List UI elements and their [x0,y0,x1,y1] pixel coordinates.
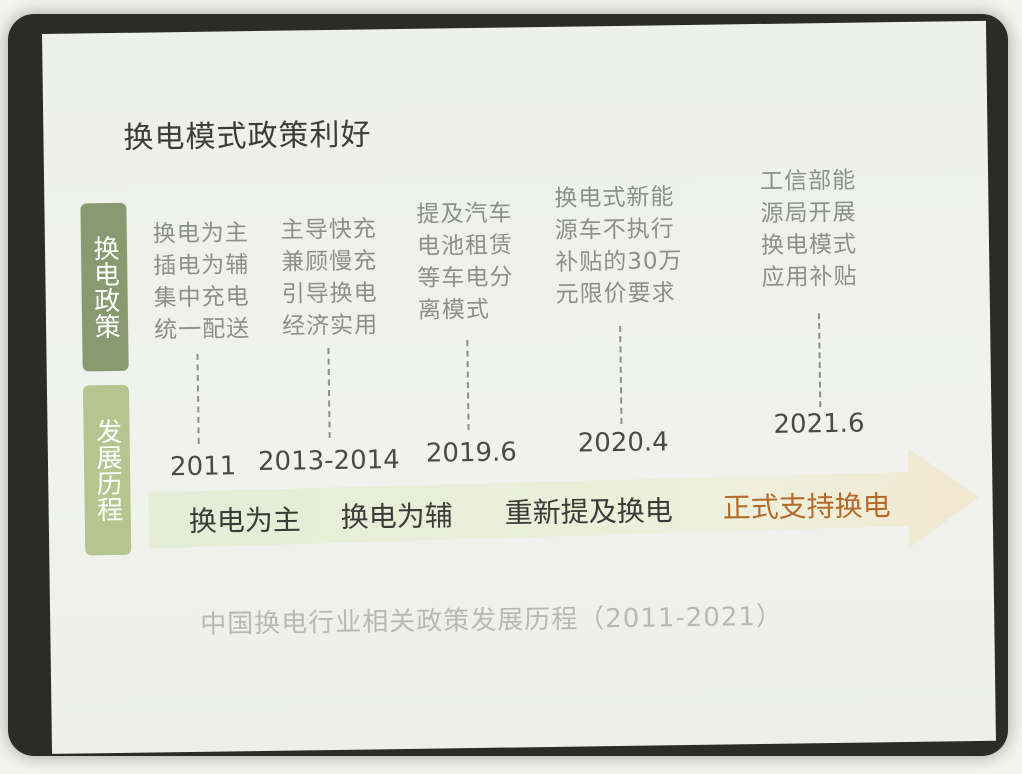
screen-frame: 换电模式政策利好 换电政策 发展历程 换电为主插电为辅集中充电统一配送 2011… [8,14,1008,756]
stage-official-support: 正式支持换电 [722,489,891,525]
timeline-connector [466,340,470,431]
event-2021-text: 工信部能源局开展换电模式应用补贴 [759,167,858,291]
timeline-connector [817,313,822,408]
timeline-connector [619,325,623,424]
side-tag-history: 发展历程 [82,384,132,556]
stage-reintroduced-swap: 重新提及换电 [504,494,673,530]
timeline-arrow: 换电为主 换电为辅 重新提及换电 正式支持换电 [148,447,979,571]
stage-auxiliary-swap: 换电为辅 [340,499,454,534]
event-2011-text: 换电为主插电为辅集中充电统一配送 [152,220,251,344]
event-2019-text: 提及汽车电池租赁等车电分离模式 [416,200,514,324]
timeline-connector [196,353,200,444]
slide-caption: 中国换电行业相关政策发展历程（2011-2021） [200,601,784,640]
event-2020-text: 换电式新能源车不执行补贴的30万元限价要求 [554,184,683,308]
timeline-connector [327,348,331,439]
event-2013-text: 主导快充兼顾慢充引导换电经济实用 [280,216,379,340]
side-tag-policy: 换电政策 [80,202,129,372]
slide-title: 换电模式政策利好 [123,117,372,156]
stage-main-swap: 换电为主 [188,503,302,538]
presentation-slide: 换电模式政策利好 换电政策 发展历程 换电为主插电为辅集中充电统一配送 2011… [42,20,996,754]
event-2021-year: 2021.6 [773,408,865,440]
